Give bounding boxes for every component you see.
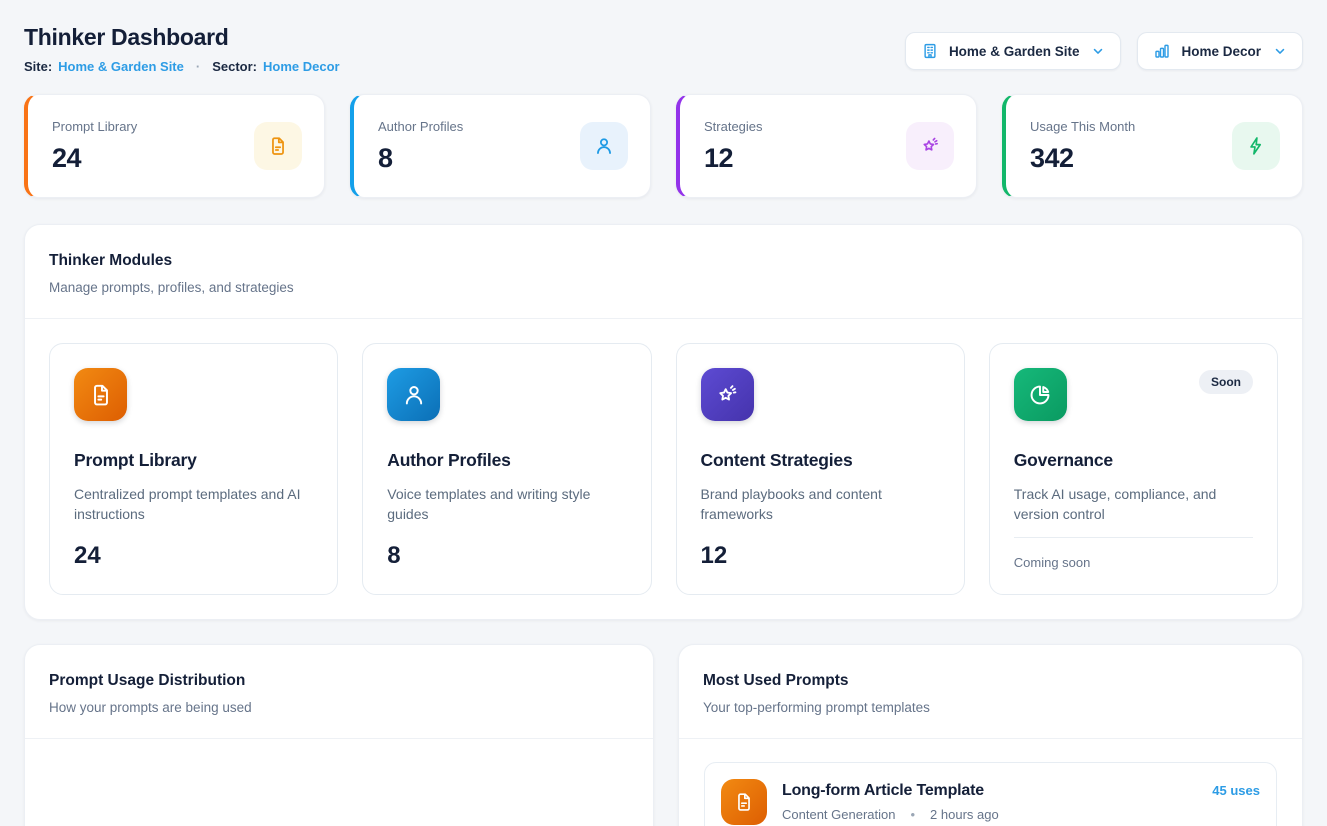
sector-link[interactable]: Home Decor	[263, 59, 340, 74]
prompt-meta: Content Generation • 2 hours ago	[782, 807, 1197, 822]
modules-panel-title: Thinker Modules	[49, 252, 1278, 270]
stat-label: Usage This Month	[1030, 119, 1135, 134]
chart-card-title: Prompt Usage Distribution	[49, 672, 629, 690]
meta-separator: •	[910, 807, 915, 822]
module-card-author-profiles[interactable]: Author Profiles Voice templates and writ…	[362, 343, 651, 595]
sparkle-star-icon	[906, 122, 954, 170]
stat-card-strategies: Strategies 12	[676, 94, 977, 198]
chevron-down-icon	[1091, 44, 1105, 58]
module-count: 24	[74, 542, 313, 570]
module-title: Content Strategies	[701, 450, 940, 471]
stat-value: 24	[52, 143, 137, 174]
module-description: Centralized prompt templates and AI inst…	[74, 484, 313, 525]
module-card-content-strategies[interactable]: Content Strategies Brand playbooks and c…	[676, 343, 965, 595]
sparkle-star-icon	[701, 368, 754, 421]
prompt-category: Content Generation	[782, 807, 895, 822]
sector-selector-label: Home Decor	[1181, 44, 1261, 59]
page-title: Thinker Dashboard	[24, 24, 340, 51]
chart-card-header: Prompt Usage Distribution How your promp…	[25, 645, 653, 738]
prompts-card-title: Most Used Prompts	[703, 672, 1278, 690]
donut-chart-svg: 15%	[25, 739, 653, 826]
divider	[1014, 537, 1253, 538]
stats-row: Prompt Library 24 Author Profiles 8	[24, 94, 1303, 198]
stat-value: 12	[704, 143, 763, 174]
site-label: Site:	[24, 59, 52, 74]
module-count: 12	[701, 542, 940, 570]
prompts-list: Long-form Article Template Content Gener…	[679, 739, 1302, 826]
prompt-time: 2 hours ago	[930, 807, 999, 822]
module-title: Governance	[1014, 450, 1253, 471]
chart-card-subtitle: How your prompts are being used	[49, 700, 629, 715]
stat-card-author-profiles: Author Profiles 8	[350, 94, 651, 198]
bar-chart-icon	[1153, 42, 1171, 60]
stat-card-usage: Usage This Month 342	[1002, 94, 1303, 198]
document-icon	[254, 122, 302, 170]
header-left: Thinker Dashboard Site: Home & Garden Si…	[24, 24, 340, 74]
most-used-prompts-card: Most Used Prompts Your top-performing pr…	[678, 644, 1303, 826]
sector-label: Sector:	[212, 59, 257, 74]
bottom-row: Prompt Usage Distribution How your promp…	[24, 644, 1303, 826]
stat-label: Strategies	[704, 119, 763, 134]
site-link[interactable]: Home & Garden Site	[58, 59, 184, 74]
user-icon	[580, 122, 628, 170]
pie-chart-icon	[1014, 368, 1067, 421]
site-selector-dropdown[interactable]: Home & Garden Site	[905, 32, 1122, 70]
sector-selector-dropdown[interactable]: Home Decor	[1137, 32, 1303, 70]
stat-card-prompt-library: Prompt Library 24	[24, 94, 325, 198]
prompts-card-subtitle: Your top-performing prompt templates	[703, 700, 1278, 715]
breadcrumb-separator: ·	[196, 59, 200, 74]
topbar-buttons: Home & Garden Site Home Decor	[905, 32, 1303, 70]
prompts-card-header: Most Used Prompts Your top-performing pr…	[679, 645, 1302, 738]
soon-badge: Soon	[1199, 370, 1253, 394]
stat-label: Author Profiles	[378, 119, 463, 134]
dashboard-page: Thinker Dashboard Site: Home & Garden Si…	[0, 0, 1327, 826]
module-card-governance[interactable]: Soon Governance Track AI usage, complian…	[989, 343, 1278, 595]
topbar: Thinker Dashboard Site: Home & Garden Si…	[24, 24, 1303, 74]
module-description: Brand playbooks and content frameworks	[701, 484, 940, 525]
thinker-modules-panel: Thinker Modules Manage prompts, profiles…	[24, 224, 1303, 620]
stat-value: 342	[1030, 143, 1135, 174]
modules-grid: Prompt Library Centralized prompt templa…	[25, 319, 1302, 619]
prompt-list-item[interactable]: Long-form Article Template Content Gener…	[704, 762, 1277, 826]
chevron-down-icon	[1273, 44, 1287, 58]
stat-label: Prompt Library	[52, 119, 137, 134]
modules-panel-header: Thinker Modules Manage prompts, profiles…	[25, 225, 1302, 318]
stat-value: 8	[378, 143, 463, 174]
site-selector-label: Home & Garden Site	[949, 44, 1080, 59]
document-icon	[74, 368, 127, 421]
document-icon	[721, 779, 767, 825]
module-count: 8	[387, 542, 626, 570]
donut-chart: 15%	[25, 739, 653, 826]
lightning-icon	[1232, 122, 1280, 170]
modules-panel-subtitle: Manage prompts, profiles, and strategies	[49, 280, 1278, 295]
prompt-uses-count: 45 uses	[1212, 783, 1260, 798]
module-title: Prompt Library	[74, 450, 313, 471]
prompt-title: Long-form Article Template	[782, 782, 1197, 800]
module-description: Track AI usage, compliance, and version …	[1014, 484, 1253, 525]
prompt-usage-distribution-card: Prompt Usage Distribution How your promp…	[24, 644, 654, 826]
module-card-prompt-library[interactable]: Prompt Library Centralized prompt templa…	[49, 343, 338, 595]
building-icon	[921, 42, 939, 60]
module-description: Voice templates and writing style guides	[387, 484, 626, 525]
user-icon	[387, 368, 440, 421]
breadcrumb: Site: Home & Garden Site · Sector: Home …	[24, 59, 340, 74]
module-title: Author Profiles	[387, 450, 626, 471]
coming-soon-text: Coming soon	[1014, 555, 1253, 570]
module-footer: Coming soon	[1014, 537, 1253, 570]
